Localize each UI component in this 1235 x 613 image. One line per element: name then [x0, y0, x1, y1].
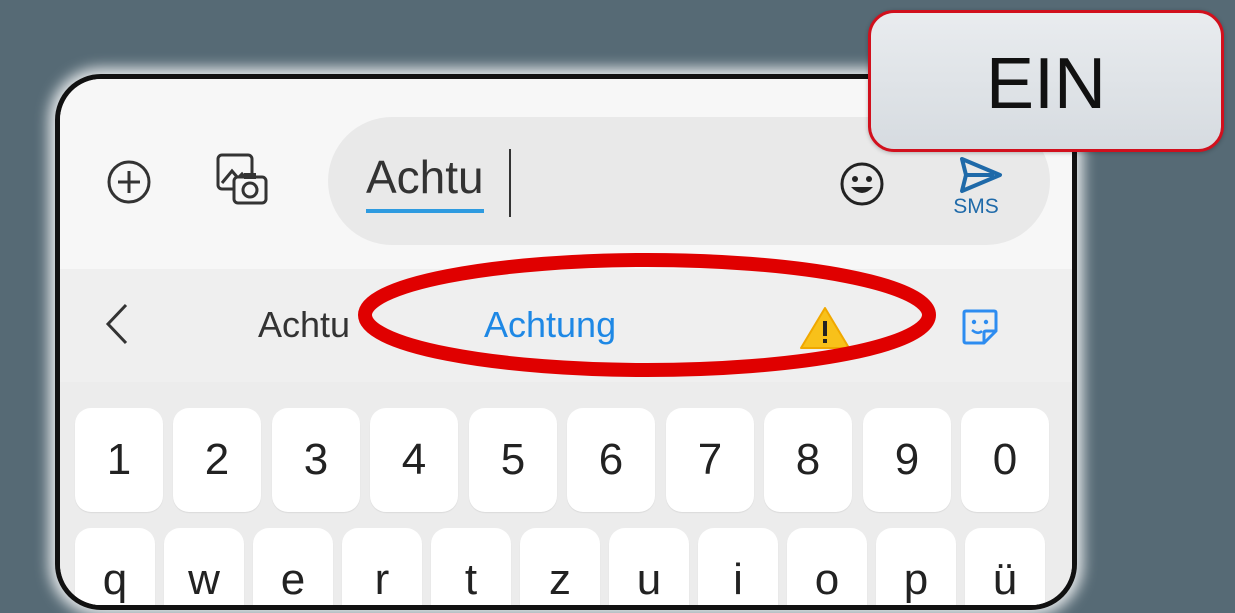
key-3[interactable]: 3	[272, 408, 360, 512]
key-2[interactable]: 2	[173, 408, 261, 512]
key-8[interactable]: 8	[764, 408, 852, 512]
key-u[interactable]: u	[609, 528, 689, 605]
add-attachment-icon[interactable]	[106, 159, 152, 205]
gallery-camera-icon[interactable]	[214, 151, 270, 207]
key-q[interactable]: q	[75, 528, 155, 605]
emoji-icon[interactable]	[839, 161, 885, 207]
suggestion-typed[interactable]: Achtu	[258, 303, 350, 347]
key-o[interactable]: o	[787, 528, 867, 605]
key-5[interactable]: 5	[469, 408, 557, 512]
key-z[interactable]: z	[520, 528, 600, 605]
key-p[interactable]: p	[876, 528, 956, 605]
suggestion-primary[interactable]: Achtung	[484, 303, 616, 347]
key-r[interactable]: r	[342, 528, 422, 605]
sticker-icon[interactable]	[960, 307, 1000, 347]
send-sms-label: SMS	[953, 195, 999, 218]
key-7[interactable]: 7	[666, 408, 754, 512]
warning-emoji-icon[interactable]	[798, 305, 852, 351]
key-0[interactable]: 0	[961, 408, 1049, 512]
ein-annotation-label: EIN	[868, 10, 1224, 152]
keyboard: 1 2 3 4 5 6 7 8 9 0 q w e r t z u i o p …	[60, 382, 1072, 605]
key-i[interactable]: i	[698, 528, 778, 605]
key-u-umlaut[interactable]: ü	[965, 528, 1045, 605]
send-sms-button[interactable]: SMS	[938, 153, 1018, 223]
ein-annotation-text: EIN	[985, 44, 1107, 124]
suggestion-strip: Achtu Achtung	[60, 269, 1072, 382]
key-e[interactable]: e	[253, 528, 333, 605]
message-input-value: Achtu	[366, 149, 484, 213]
send-arrow-icon	[960, 157, 1002, 193]
key-1[interactable]: 1	[75, 408, 163, 512]
key-4[interactable]: 4	[370, 408, 458, 512]
key-w[interactable]: w	[164, 528, 244, 605]
key-6[interactable]: 6	[567, 408, 655, 512]
chevron-left-icon[interactable]	[102, 301, 132, 347]
key-9[interactable]: 9	[863, 408, 951, 512]
text-caret	[509, 149, 511, 217]
key-t[interactable]: t	[431, 528, 511, 605]
